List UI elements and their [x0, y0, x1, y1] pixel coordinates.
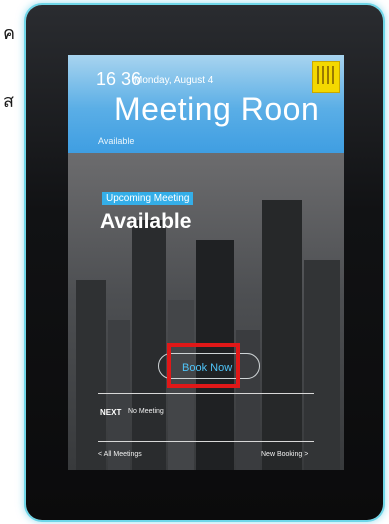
divider-bottom — [98, 441, 314, 442]
tablet-screen: 16 36 Monday, August 4 Meeting Roon Avai… — [68, 55, 344, 470]
new-booking-link[interactable]: New Booking > — [261, 451, 308, 458]
upcoming-meeting-badge: Upcoming Meeting — [102, 192, 194, 205]
room-header: 16 36 Monday, August 4 Meeting Roon Avai… — [68, 55, 344, 153]
availability-status: Available — [100, 210, 192, 233]
divider-top — [98, 393, 314, 394]
room-status-small: Available — [98, 136, 135, 146]
side-text-2: ส — [3, 91, 14, 112]
clock-date: Monday, August 4 — [134, 75, 214, 86]
calendar-icon[interactable] — [312, 61, 340, 93]
room-title: Meeting Roon — [114, 91, 320, 127]
next-meeting-value: No Meeting — [128, 408, 164, 415]
side-text-1: ค — [3, 23, 16, 44]
highlight-box — [167, 343, 240, 388]
next-label: NEXT — [100, 408, 122, 417]
all-meetings-link[interactable]: < All Meetings — [98, 451, 142, 458]
